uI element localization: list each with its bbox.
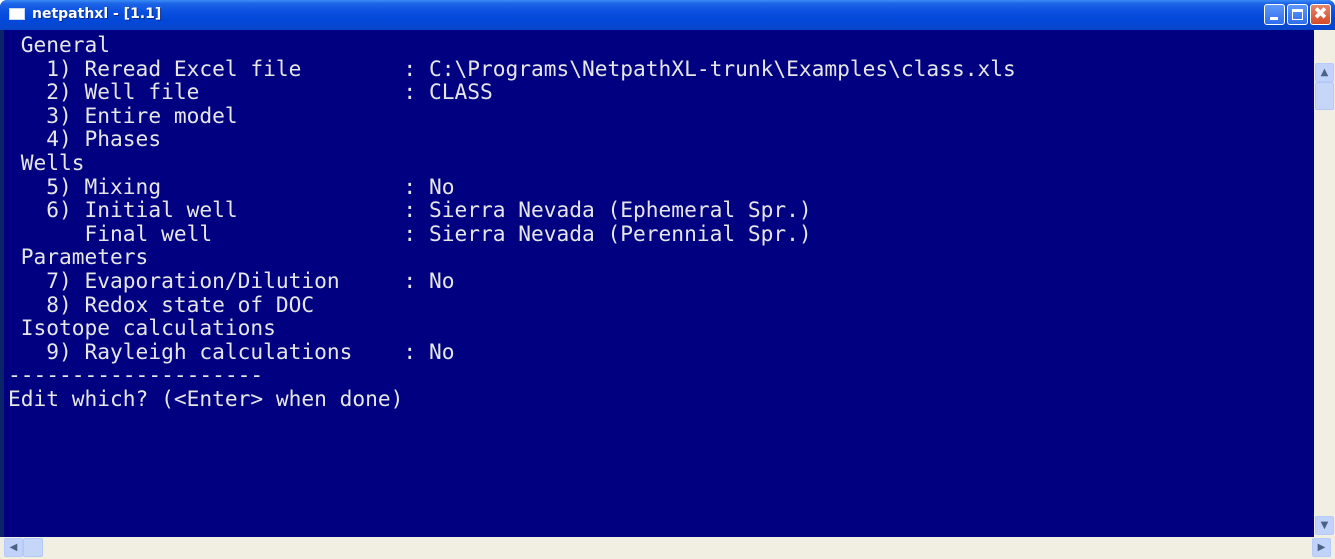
vertical-scrollbar[interactable]: ▲ ▼ xyxy=(1314,30,1335,537)
maximize-button[interactable] xyxy=(1287,4,1308,25)
title-bar[interactable]: netpathxl - [1.1] ✖ xyxy=(0,0,1335,30)
close-button[interactable]: ✖ xyxy=(1310,4,1331,25)
console-window: netpathxl - [1.1] ✖ General 1) Reread Ex… xyxy=(0,0,1335,559)
console-line: 6) Initial well : Sierra Nevada (Ephemer… xyxy=(8,197,812,223)
console-line: 9) Rayleigh calculations : No xyxy=(8,338,455,364)
console-line: Final well : Sierra Nevada (Perennial Sp… xyxy=(8,220,812,246)
console-line: Wells xyxy=(8,149,85,175)
window-title: netpathxl - [1.1] xyxy=(32,6,162,22)
console-line: 1) Reread Excel file : C:\Programs\Netpa… xyxy=(8,55,1016,81)
console-line: 5) Mixing : No xyxy=(8,173,455,199)
scroll-left-icon[interactable]: ◀ xyxy=(4,538,23,557)
scroll-right-icon[interactable]: ▶ xyxy=(1312,538,1331,557)
console-line: Parameters xyxy=(8,244,149,270)
scroll-up-icon[interactable]: ▲ xyxy=(1315,63,1334,82)
maximize-icon xyxy=(1292,9,1303,20)
console-line: -------------------- xyxy=(8,362,264,388)
console-output[interactable]: General 1) Reread Excel file : C:\Progra… xyxy=(4,30,1314,537)
console-line: 7) Evaporation/Dilution : No xyxy=(8,267,455,293)
minimize-icon xyxy=(1270,17,1278,20)
horizontal-scrollbar[interactable]: ◀ ▶ xyxy=(0,537,1335,559)
console-line: Isotope calculations xyxy=(8,315,276,341)
scroll-down-icon[interactable]: ▼ xyxy=(1315,516,1334,535)
horizontal-scroll-thumb[interactable] xyxy=(23,538,43,557)
console-line: 2) Well file : CLASS xyxy=(8,79,493,105)
console-line: 8) Redox state of DOC xyxy=(8,291,315,317)
console-line: 4) Phases xyxy=(8,126,162,152)
close-icon: ✖ xyxy=(1313,4,1328,24)
vertical-scroll-thumb[interactable] xyxy=(1315,82,1334,110)
minimize-button[interactable] xyxy=(1264,4,1285,25)
console-text: General 1) Reread Excel file : C:\Progra… xyxy=(4,30,1314,411)
console-app-icon[interactable] xyxy=(9,8,25,20)
console-line: General xyxy=(8,32,111,57)
console-line: Edit which? (<Enter> when done) xyxy=(8,385,404,411)
console-line: 3) Entire model xyxy=(8,102,238,128)
